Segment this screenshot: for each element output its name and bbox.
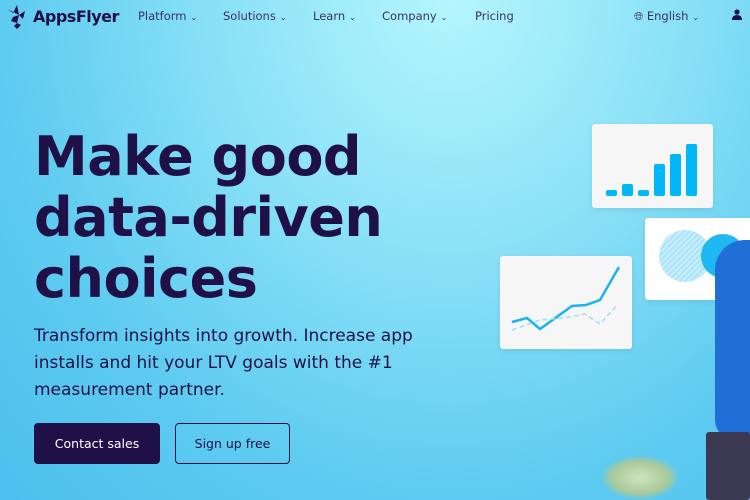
plant-illustration — [600, 455, 680, 500]
hero-subtitle: Transform insights into growth. Increase… — [34, 326, 413, 400]
nav-label: Solutions — [223, 9, 276, 23]
nav-platform[interactable]: Platform ⌄ — [138, 9, 197, 23]
nav-learn[interactable]: Learn ⌄ — [313, 9, 356, 23]
nav-label: Platform — [138, 9, 187, 23]
appsflyer-logo-icon — [7, 5, 25, 29]
brand-name: AppsFlyer — [33, 6, 119, 26]
title-line: data-driven — [34, 186, 383, 249]
chevron-down-icon: ⌄ — [279, 13, 287, 22]
nav-label: Pricing — [475, 9, 514, 23]
language-label: English — [646, 9, 689, 23]
person-illustration — [715, 240, 750, 440]
chevron-down-icon: ⌄ — [349, 13, 356, 22]
hero-title: Make good data-driven choices — [34, 125, 383, 310]
line-chart-illustration — [511, 266, 621, 331]
nav-pricing[interactable]: Pricing — [475, 9, 514, 23]
title-line: Make good — [34, 125, 362, 188]
contact-sales-button[interactable]: Contact sales — [34, 423, 160, 464]
line-chart-card — [500, 256, 632, 349]
nav-label: Company — [382, 9, 437, 23]
user-icon — [732, 9, 742, 20]
chevron-down-icon: ⌄ — [692, 13, 700, 22]
chevron-down-icon: ⌄ — [440, 13, 448, 22]
nav-company[interactable]: Company ⌄ — [382, 9, 447, 23]
language-selector[interactable]: 🌐︎ English ⌄ — [634, 9, 699, 24]
chevron-down-icon: ⌄ — [190, 13, 198, 22]
laptop-illustration — [706, 432, 750, 500]
title-line: choices — [34, 247, 258, 310]
bar-chart-card — [592, 124, 713, 208]
nav-solutions[interactable]: Solutions ⌄ — [223, 9, 287, 23]
globe-icon: 🌐︎ — [634, 9, 644, 23]
top-nav: AppsFlyer Platform ⌄ Solutions ⌄ Learn ⌄ Co… — [0, 0, 750, 32]
bar-chart-illustration — [606, 144, 697, 196]
logo[interactable]: AppsFlyer — [5, 3, 119, 29]
user-account-button[interactable] — [732, 9, 742, 23]
sign-up-free-button[interactable]: Sign up free — [175, 423, 290, 464]
nav-label: Learn — [313, 9, 346, 23]
